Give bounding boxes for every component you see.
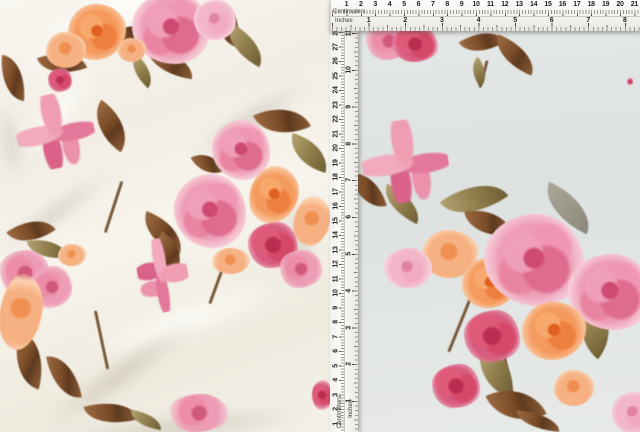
vertical-ruler: 1234567891011121314151617181920212223242… — [330, 31, 358, 432]
pink-lily — [9, 87, 101, 176]
horizontal-ruler: 123456789101112131415161718192021 Centim… — [330, 0, 640, 31]
leaf — [489, 34, 541, 75]
fabric-listing-photo: 123456789101112131415161718192021 Centim… — [0, 0, 640, 432]
pink-lily — [132, 234, 194, 316]
inches-label: Inches — [348, 400, 354, 418]
ruler-number: 12 — [501, 1, 508, 8]
ruler-number: 14 — [530, 1, 537, 8]
ruler-number: 16 — [559, 1, 566, 8]
ruler-number: 19 — [602, 1, 609, 8]
fabric-photo-flat — [330, 0, 640, 432]
red-carnation — [432, 364, 480, 408]
orange-rose — [522, 302, 586, 360]
leaf — [515, 410, 560, 432]
pink-lily — [357, 114, 454, 207]
ruler-number: 7 — [431, 1, 435, 8]
peach-flower — [58, 244, 86, 266]
ruler-number: 21 — [631, 1, 638, 8]
red-carnation — [48, 68, 72, 92]
ruler-number: 20 — [616, 1, 623, 8]
ruler-number: 5 — [402, 1, 406, 8]
light-pink-flower — [384, 248, 432, 288]
ruler-number: 2 — [359, 1, 363, 8]
horizontal-cm-scale: 123456789101112131415161718192021 — [331, 0, 640, 10]
ruler-number: 1 — [345, 1, 349, 8]
ruler-number: 10 — [472, 1, 479, 8]
inch-tick-marks — [352, 31, 358, 432]
ruler-number: 8 — [445, 1, 449, 8]
ruler-number: 6 — [417, 1, 421, 8]
ruler-number: 18 — [588, 1, 595, 8]
ruler-number: 13 — [516, 1, 523, 8]
peach-flower — [554, 370, 594, 406]
leaf — [465, 57, 493, 87]
peach-flower — [212, 248, 250, 274]
leaf — [285, 133, 330, 173]
light-pink-rose — [194, 0, 236, 40]
ruler-number: 15 — [544, 1, 551, 8]
inch-tick-marks — [331, 23, 640, 31]
red-carnation — [464, 310, 520, 362]
fabric-photo-draped — [0, 0, 330, 432]
light-pink-rose — [612, 392, 640, 432]
ruler-number: 9 — [460, 1, 464, 8]
centimeters-label: Centimeters — [337, 396, 343, 428]
red-carnation — [392, 26, 438, 62]
ruler-number: 3 — [373, 1, 377, 8]
ruler-number: 11 — [487, 1, 494, 8]
red-carnation — [312, 380, 330, 410]
pink-rose — [174, 174, 246, 248]
red-speck — [627, 78, 633, 85]
ruler-number: 17 — [573, 1, 580, 8]
ruler-number: 4 — [388, 1, 392, 8]
